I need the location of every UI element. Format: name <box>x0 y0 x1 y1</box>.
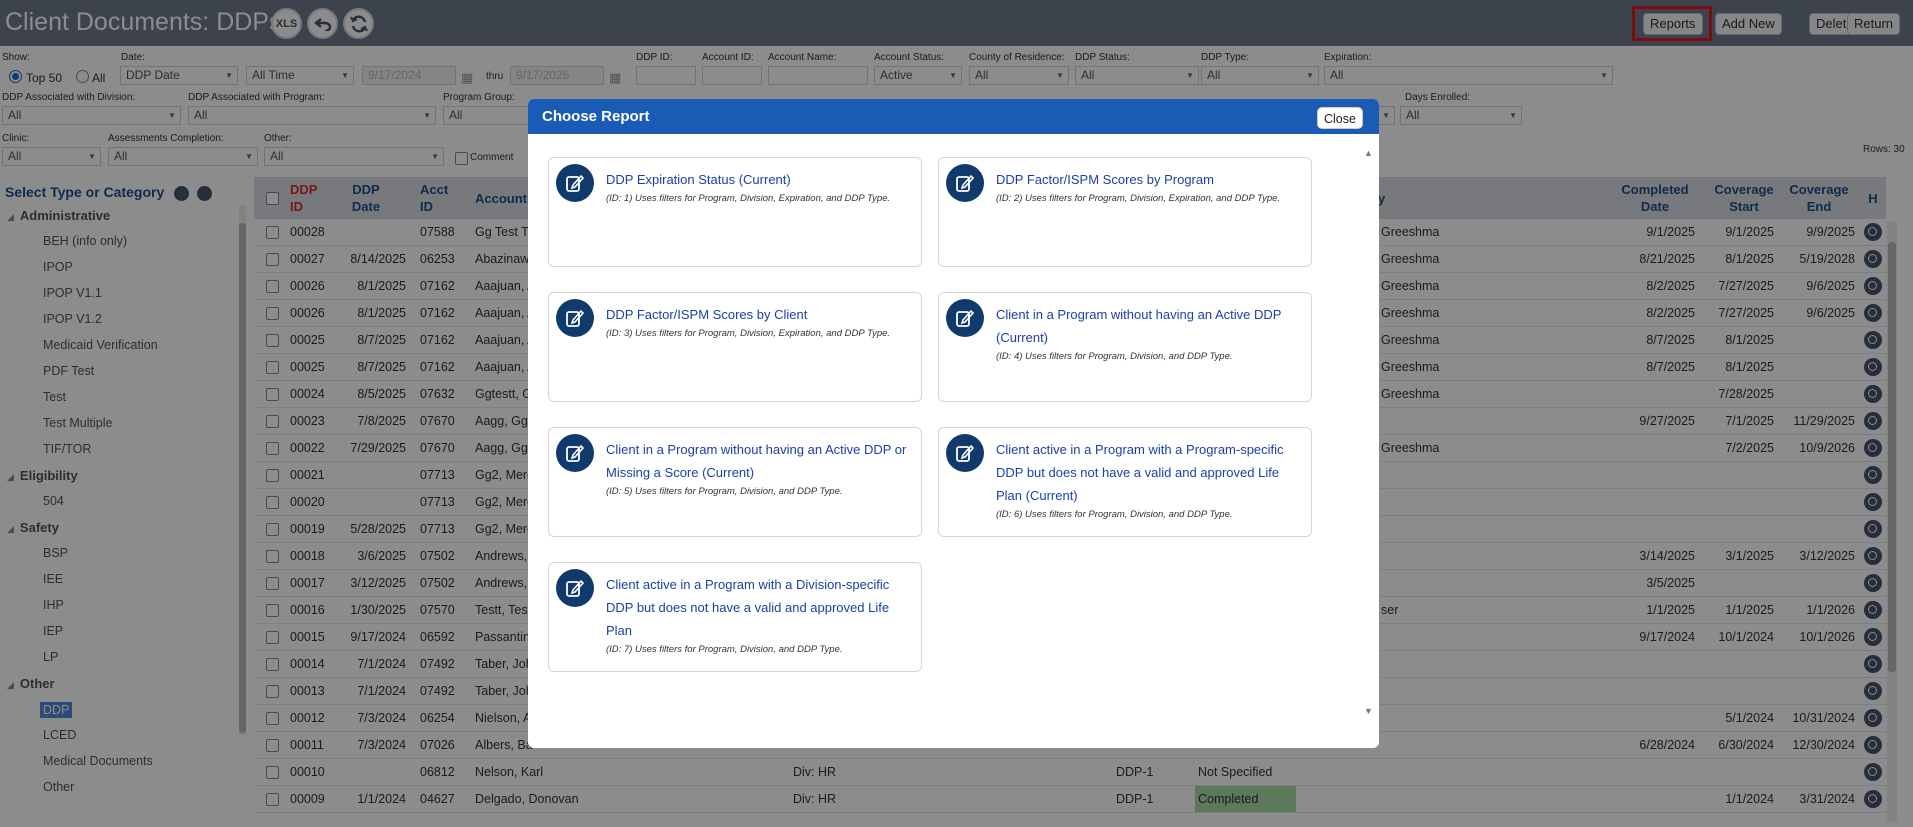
report-title[interactable]: Client in a Program without having an Ac… <box>996 307 1281 345</box>
choose-report-dialog: Choose Report Close DDP Expiration Statu… <box>528 99 1379 748</box>
close-button[interactable]: Close <box>1317 107 1363 129</box>
report-title[interactable]: Client active in a Program with a Divisi… <box>606 577 889 638</box>
report-description: (ID: 3) Uses filters for Program, Divisi… <box>606 328 891 339</box>
report-edit-icon <box>556 299 594 337</box>
report-edit-icon <box>556 164 594 202</box>
report-card[interactable]: Client in a Program without having an Ac… <box>938 292 1312 402</box>
report-card[interactable]: Client in a Program without having an Ac… <box>548 427 922 537</box>
report-title[interactable]: DDP Expiration Status (Current) <box>606 172 791 187</box>
report-title[interactable]: Client in a Program without having an Ac… <box>606 442 906 480</box>
report-card[interactable]: Client active in a Program with a Divisi… <box>548 562 922 672</box>
scroll-down-icon[interactable]: ▼ <box>1364 706 1373 716</box>
report-edit-icon <box>556 569 594 607</box>
report-title[interactable]: DDP Factor/ISPM Scores by Program <box>996 172 1214 187</box>
report-description: (ID: 2) Uses filters for Program, Divisi… <box>996 193 1281 204</box>
report-edit-icon <box>556 434 594 472</box>
report-description: (ID: 1) Uses filters for Program, Divisi… <box>606 193 891 204</box>
report-card[interactable]: DDP Expiration Status (Current) (ID: 1) U… <box>548 157 922 267</box>
report-edit-icon <box>946 299 984 337</box>
report-edit-icon <box>946 164 984 202</box>
dialog-header: Choose Report Close <box>528 99 1379 134</box>
report-description: (ID: 7) Uses filters for Program, Divisi… <box>606 644 843 655</box>
report-description: (ID: 5) Uses filters for Program, Divisi… <box>606 486 843 497</box>
report-card[interactable]: Client active in a Program with a Progra… <box>938 427 1312 537</box>
report-description: (ID: 4) Uses filters for Program, Divisi… <box>996 351 1233 362</box>
report-description: (ID: 6) Uses filters for Program, Divisi… <box>996 509 1233 520</box>
report-title[interactable]: DDP Factor/ISPM Scores by Client <box>606 307 807 322</box>
report-title[interactable]: Client active in a Program with a Progra… <box>996 442 1284 503</box>
report-edit-icon <box>946 434 984 472</box>
scroll-up-icon[interactable]: ▲ <box>1364 148 1373 158</box>
report-card[interactable]: DDP Factor/ISPM Scores by Program (ID: 2)… <box>938 157 1312 267</box>
report-card[interactable]: DDP Factor/ISPM Scores by Client (ID: 3) … <box>548 292 922 402</box>
dialog-title: Choose Report <box>542 108 650 125</box>
